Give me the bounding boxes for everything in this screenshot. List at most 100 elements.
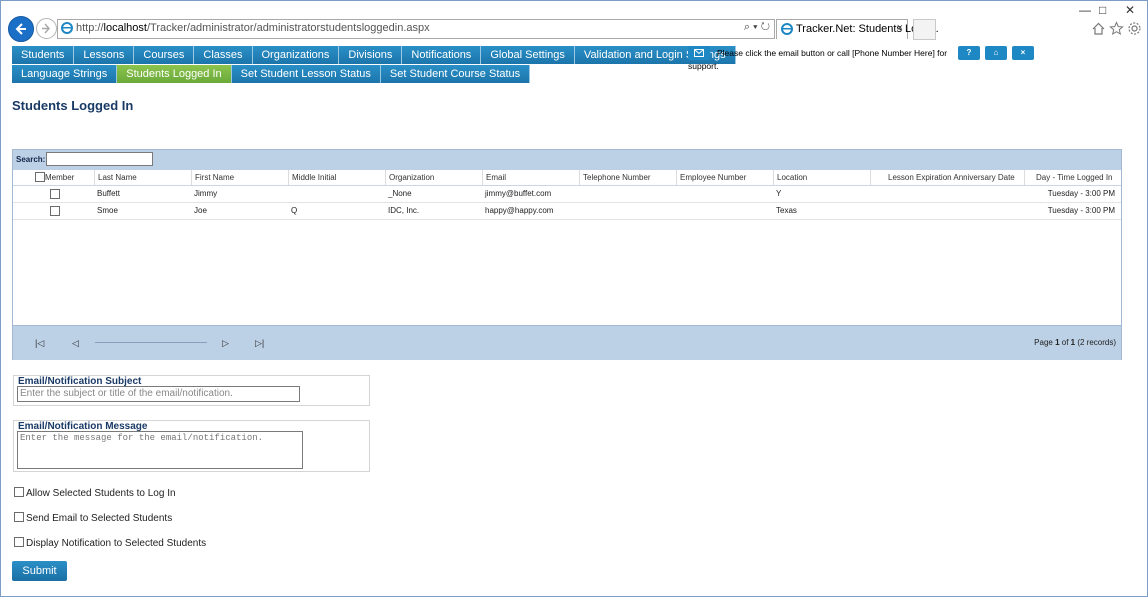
- menu-notifications[interactable]: Notifications: [402, 46, 482, 64]
- submit-button[interactable]: Submit: [12, 561, 67, 581]
- cell-telephone: [579, 186, 582, 202]
- message-section: Email/Notification Message Enter the mes…: [13, 420, 370, 472]
- cell-first-name: Jimmy: [194, 189, 218, 198]
- col-employee-number[interactable]: Employee Number: [676, 170, 773, 185]
- page-title: Students Logged In: [12, 98, 134, 113]
- col-telephone-number[interactable]: Telephone Number: [579, 170, 676, 185]
- menu-global-settings[interactable]: Global Settings: [481, 46, 575, 64]
- browser-tab[interactable]: Tracker.Net: Students Logg... ×: [776, 19, 939, 39]
- col-lesson-expiration[interactable]: Lesson Expiration Anniversary Date: [870, 170, 1024, 185]
- help-button[interactable]: ?: [958, 46, 980, 60]
- col-time-logged-in[interactable]: Day - Time Logged In: [1024, 170, 1121, 185]
- email-support-button[interactable]: [688, 46, 710, 60]
- browser-window: http://localhost/Tracker/administrator/a…: [0, 0, 1148, 597]
- menu-set-student-lesson-status[interactable]: Set Student Lesson Status: [231, 65, 381, 83]
- maximize-icon[interactable]: □: [1099, 3, 1106, 17]
- settings-gear-icon[interactable]: [1127, 21, 1142, 36]
- minimize-icon[interactable]: —: [1079, 3, 1091, 17]
- col-first-name[interactable]: First Name: [191, 170, 288, 185]
- row-checkbox[interactable]: [50, 189, 60, 199]
- menu-students-logged-in[interactable]: Students Logged In: [117, 65, 232, 83]
- col-location[interactable]: Location: [773, 170, 870, 185]
- cell-employee: [676, 186, 679, 202]
- cell-organization: _None: [388, 189, 412, 198]
- display-notification-checkbox[interactable]: [14, 537, 24, 547]
- cell-middle-initial: Q: [291, 206, 298, 215]
- cell-time-logged-in: Tuesday - 3:00 PM: [1047, 206, 1115, 215]
- home-icon[interactable]: [1091, 21, 1106, 36]
- cell-expiration: [870, 203, 873, 219]
- back-arrow-icon: [15, 23, 26, 35]
- send-email-checkbox[interactable]: [14, 512, 24, 522]
- browser-chrome: http://localhost/Tracker/administrator/a…: [1, 1, 1147, 42]
- pager-info: Page 1 of 1 (2 records): [1034, 338, 1116, 347]
- menu-students[interactable]: Students: [12, 46, 75, 64]
- cell-location: Texas: [776, 206, 797, 215]
- students-grid: Search: Member Last Name First Name Midd…: [12, 149, 1122, 360]
- first-page-icon[interactable]: |◁: [35, 338, 44, 349]
- menu-language-strings[interactable]: Language Strings: [12, 65, 118, 83]
- cell-email: jimmy@buffet.com: [485, 189, 552, 198]
- back-button[interactable]: [8, 16, 34, 42]
- col-member[interactable]: Member: [13, 170, 94, 185]
- allow-login-checkbox[interactable]: [14, 487, 24, 497]
- support-text: Please click the email button or call [P…: [717, 48, 948, 58]
- menu-organizations[interactable]: Organizations: [252, 46, 340, 64]
- menu-courses[interactable]: Courses: [134, 46, 195, 64]
- main-menu-row-2: Language Strings Students Logged In Set …: [12, 65, 531, 83]
- subject-input[interactable]: Enter the subject or title of the email/…: [17, 386, 300, 402]
- message-textarea[interactable]: Enter the message for the email/notifica…: [17, 431, 303, 469]
- search-label: Search:: [16, 155, 46, 164]
- ie-logo-icon: [781, 23, 793, 35]
- cell-location: Y: [776, 189, 782, 198]
- row-checkbox[interactable]: [50, 206, 60, 216]
- support-text-continued: support.: [688, 61, 719, 71]
- menu-classes[interactable]: Classes: [194, 46, 253, 64]
- grid-pager: |◁ ◁ ▷ ▷| Page 1 of 1 (2 records): [13, 325, 1121, 360]
- menu-divisions[interactable]: Divisions: [339, 46, 403, 64]
- option-display-notification[interactable]: Display Notification to Selected Student…: [14, 537, 206, 549]
- address-url: http://localhost/Tracker/administrator/a…: [76, 22, 430, 34]
- col-organization[interactable]: Organization: [385, 170, 482, 185]
- forward-arrow-icon: [42, 23, 51, 34]
- favorites-star-icon[interactable]: [1109, 21, 1124, 36]
- option-send-email[interactable]: Send Email to Selected Students: [14, 512, 172, 524]
- table-row[interactable]: Buffett Jimmy _None jimmy@buffet.com Y T…: [13, 186, 1121, 203]
- grid-header: Member Last Name First Name Middle Initi…: [13, 170, 1121, 186]
- home-button[interactable]: ⌂: [985, 46, 1007, 60]
- select-all-checkbox[interactable]: [35, 172, 45, 182]
- cell-employee: [676, 203, 679, 219]
- subject-section: Email/Notification Subject Enter the sub…: [13, 375, 370, 406]
- option-allow-login[interactable]: Allow Selected Students to Log In: [14, 487, 176, 499]
- menu-lessons[interactable]: Lessons: [74, 46, 135, 64]
- ie-logo-icon: [61, 22, 73, 34]
- tab-close-icon[interactable]: ×: [897, 22, 903, 34]
- cell-last-name: Smoe: [97, 206, 118, 215]
- address-tools-icon[interactable]: ⌕ ▾ ↻: [744, 21, 770, 34]
- prev-page-icon[interactable]: ◁: [72, 338, 79, 349]
- grid-search-bar: Search:: [13, 150, 1121, 170]
- close-window-icon[interactable]: ✕: [1125, 3, 1135, 17]
- menu-set-student-course-status[interactable]: Set Student Course Status: [380, 65, 531, 83]
- cell-email: happy@happy.com: [485, 206, 554, 215]
- main-menu-row-1: Students Lessons Courses Classes Organiz…: [12, 46, 736, 64]
- search-input[interactable]: [46, 152, 153, 166]
- page-slider[interactable]: [95, 342, 207, 343]
- cell-last-name: Buffett: [97, 189, 120, 198]
- cell-expiration: [870, 186, 873, 202]
- col-email[interactable]: Email: [482, 170, 579, 185]
- table-row[interactable]: Smoe Joe Q IDC, Inc. happy@happy.com Tex…: [13, 203, 1121, 220]
- cell-time-logged-in: Tuesday - 3:00 PM: [1047, 189, 1115, 198]
- logout-button[interactable]: ×: [1012, 46, 1034, 60]
- forward-button[interactable]: [36, 18, 57, 39]
- address-bar[interactable]: http://localhost/Tracker/administrator/a…: [57, 19, 775, 39]
- next-page-icon[interactable]: ▷: [222, 338, 229, 349]
- cell-first-name: Joe: [194, 206, 207, 215]
- cell-telephone: [579, 203, 582, 219]
- last-page-icon[interactable]: ▷|: [255, 338, 264, 349]
- col-middle-initial[interactable]: Middle Initial: [288, 170, 385, 185]
- cell-middle-initial: [288, 186, 291, 202]
- cell-organization: IDC, Inc.: [388, 206, 420, 215]
- col-last-name[interactable]: Last Name: [94, 170, 191, 185]
- new-tab-button[interactable]: [913, 19, 936, 40]
